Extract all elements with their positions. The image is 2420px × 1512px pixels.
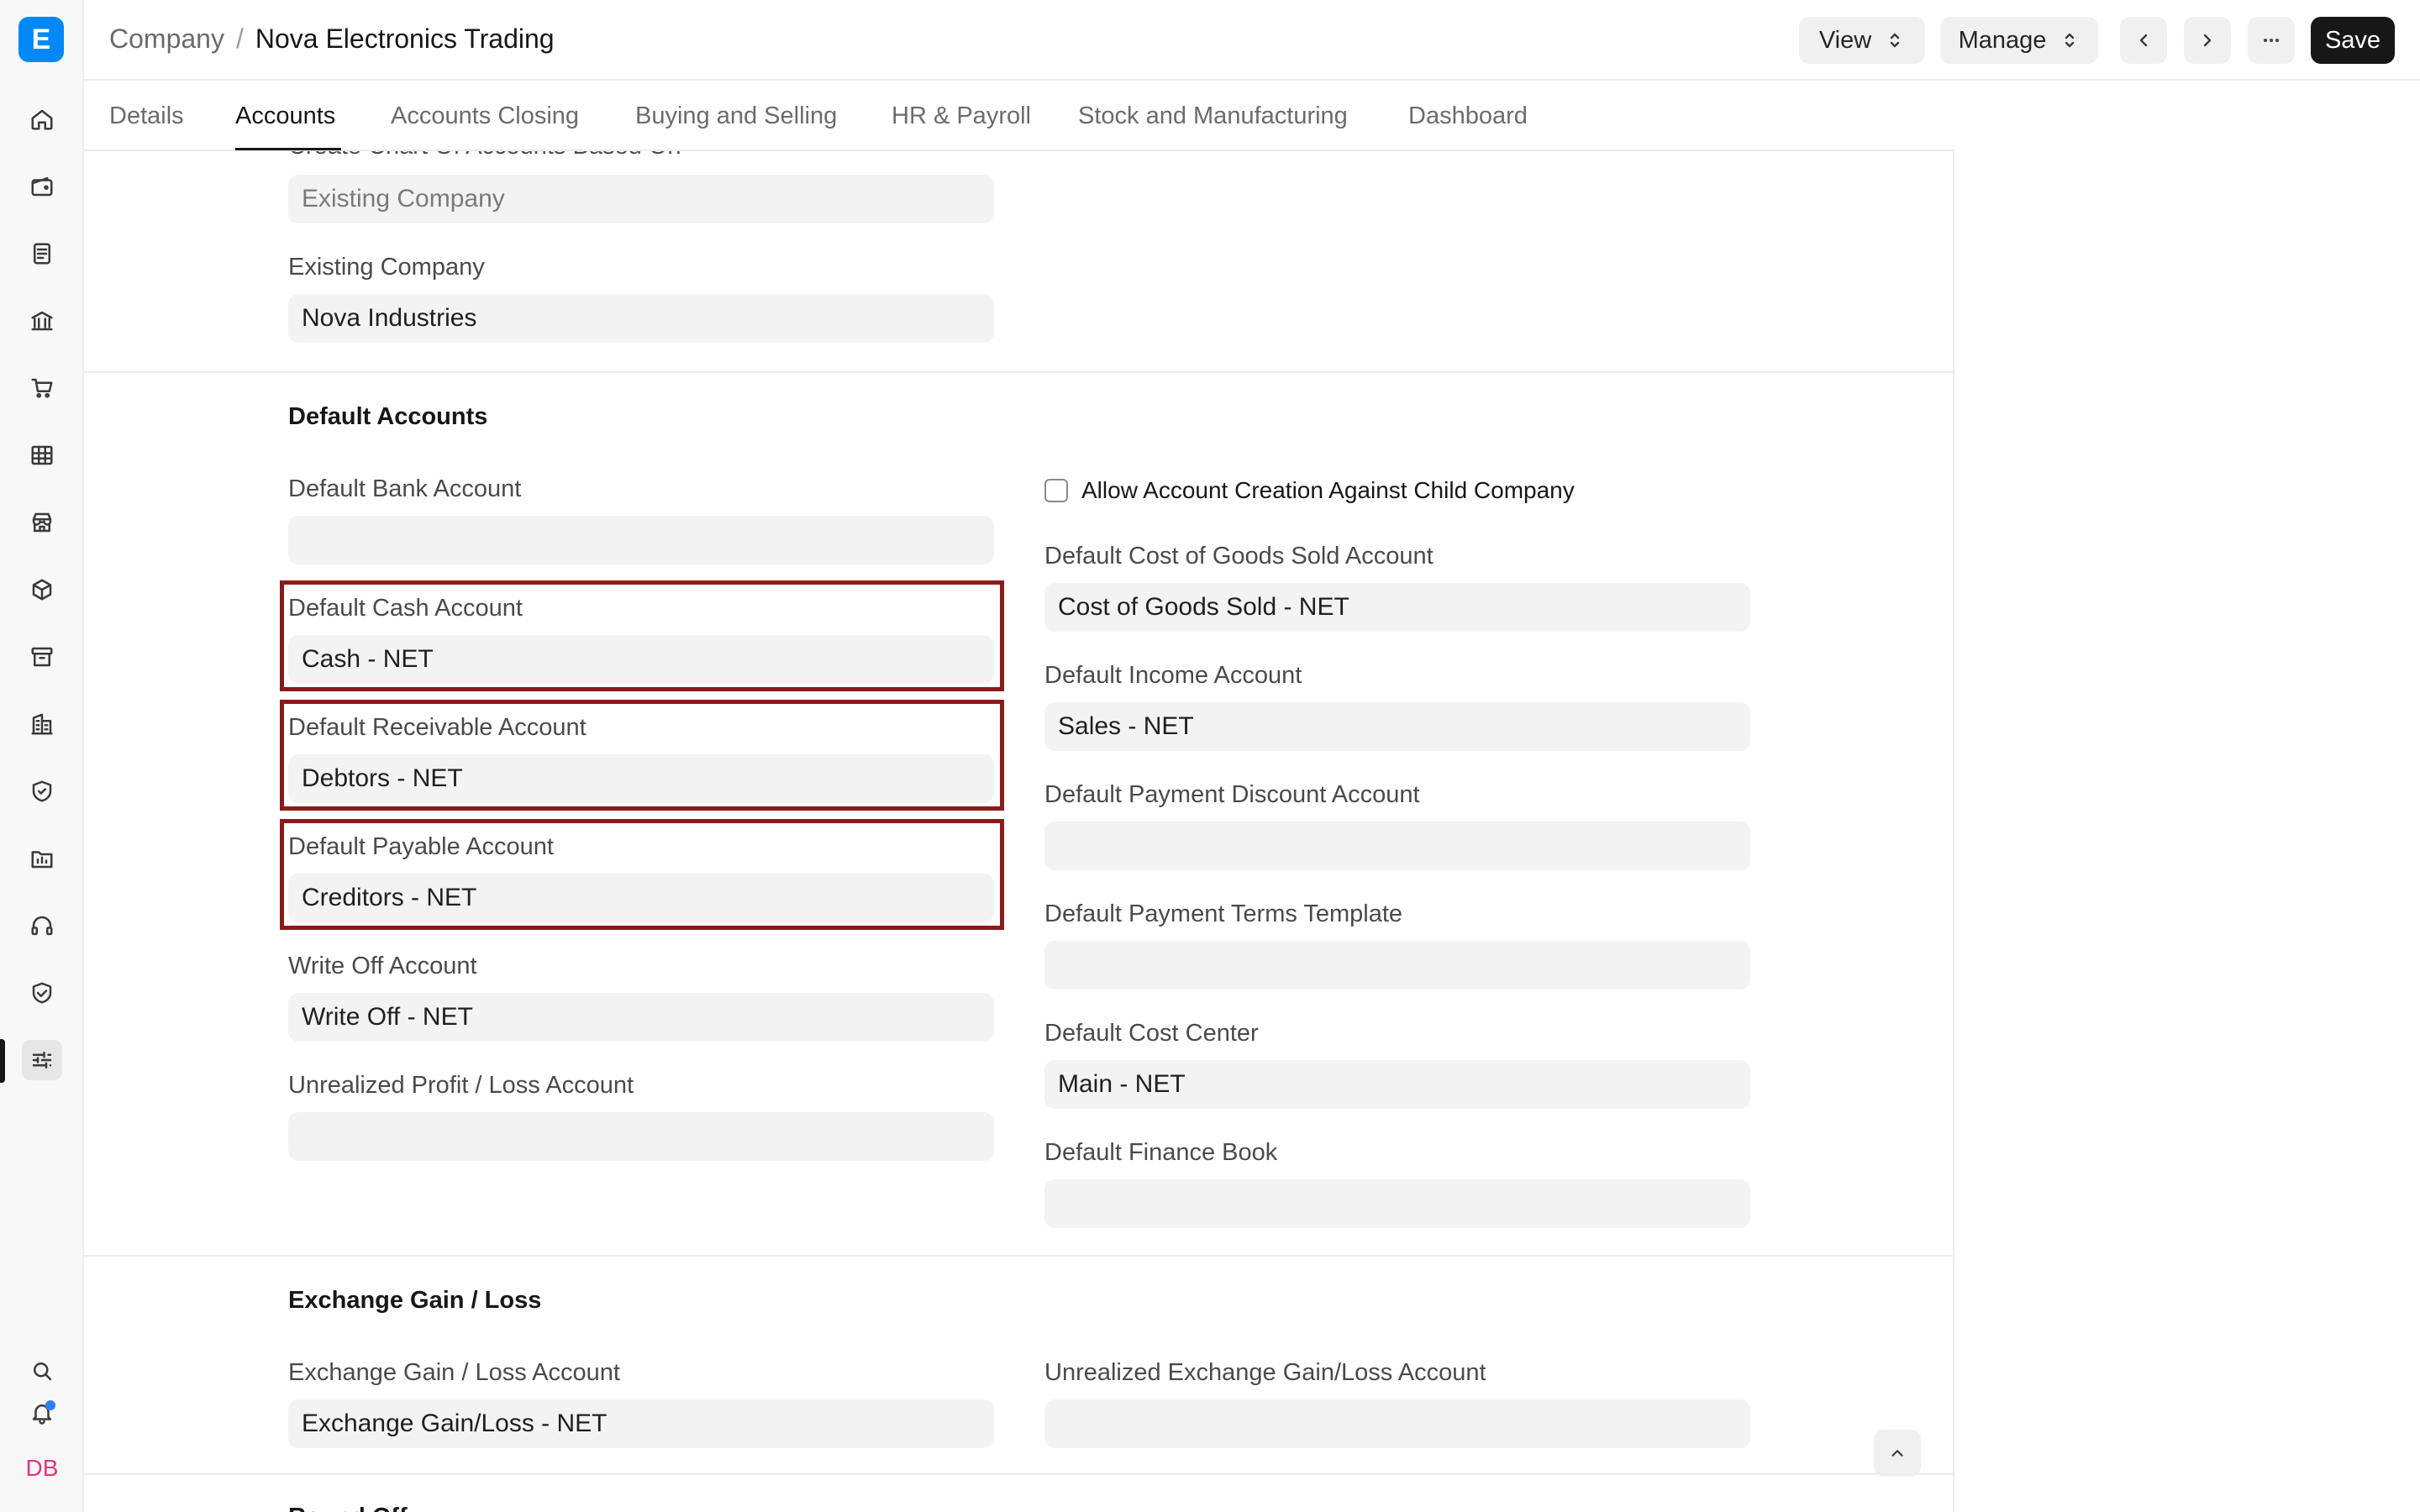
breadcrumb: Company / Nova Electronics Trading xyxy=(109,24,555,55)
tab-buying-and-selling[interactable]: Buying and Selling xyxy=(635,102,837,130)
wallet-icon[interactable] xyxy=(22,166,62,207)
ellipsis-icon xyxy=(2263,38,2280,42)
bell-icon[interactable] xyxy=(22,1393,62,1433)
default-income-account-field[interactable]: Sales - NET xyxy=(1044,702,1750,751)
handshake-shield-icon[interactable] xyxy=(22,973,62,1013)
page-title: Nova Electronics Trading xyxy=(255,24,555,54)
active-tab-underline xyxy=(235,148,341,150)
manage-button-label: Manage xyxy=(1958,26,2047,54)
chevron-right-icon xyxy=(2203,34,2212,47)
tab-accounts[interactable]: Accounts xyxy=(235,102,335,130)
tab-hr-payroll[interactable]: HR & Payroll xyxy=(892,102,1031,130)
exchange-gain-loss-account-label: Exchange Gain / Loss Account xyxy=(288,1359,620,1386)
sidebar: E DB xyxy=(0,0,84,1512)
chart-of-accounts-select[interactable]: Existing Company xyxy=(288,175,994,223)
view-button-label: View xyxy=(1818,26,1872,54)
manage-button[interactable]: Manage xyxy=(1940,17,2098,64)
store-icon[interactable] xyxy=(22,502,62,543)
next-record-button[interactable] xyxy=(2184,17,2231,64)
default-finance-book-label: Default Finance Book xyxy=(1044,1139,1278,1166)
table-grid-icon[interactable] xyxy=(22,435,62,475)
chevron-up-down-icon xyxy=(1890,33,1900,48)
chevron-up-down-icon xyxy=(2065,33,2075,48)
write-off-account-field[interactable]: Write Off - NET xyxy=(288,993,994,1042)
view-button[interactable]: View xyxy=(1799,17,1925,64)
previous-record-button[interactable] xyxy=(2120,17,2167,64)
write-off-account-label: Write Off Account xyxy=(288,953,477,979)
app-logo[interactable]: E xyxy=(18,17,64,62)
headset-icon[interactable] xyxy=(22,906,62,946)
form-content: Create Chart Of Accounts Based On Existi… xyxy=(84,151,1954,1512)
default-cash-account-label: Default Cash Account xyxy=(288,595,523,622)
existing-company-field[interactable]: Nova Industries xyxy=(288,294,994,343)
default-bank-account-field[interactable] xyxy=(288,516,994,564)
scroll-to-top-button[interactable] xyxy=(1874,1430,1921,1477)
allow-account-creation-checkbox[interactable] xyxy=(1044,479,1068,502)
page-header: Company / Nova Electronics Trading View … xyxy=(84,0,2420,81)
document-list-icon[interactable] xyxy=(22,234,62,274)
payment-terms-template-label: Default Payment Terms Template xyxy=(1044,900,1403,927)
archive-icon[interactable] xyxy=(22,637,62,677)
home-icon[interactable] xyxy=(22,99,62,139)
default-cost-center-field[interactable]: Main - NET xyxy=(1044,1060,1750,1109)
chevron-left-icon xyxy=(2139,34,2148,47)
allow-account-creation-row[interactable]: Allow Account Creation Against Child Com… xyxy=(1044,477,1575,504)
round-off-section-title: Round Off xyxy=(288,1504,408,1512)
tab-stock-and-manufacturing[interactable]: Stock and Manufacturing xyxy=(1078,102,1348,130)
existing-company-label: Existing Company xyxy=(288,254,485,281)
settings-sliders-icon[interactable] xyxy=(22,1040,62,1080)
section-divider xyxy=(84,371,1953,373)
tab-accounts-closing[interactable]: Accounts Closing xyxy=(391,102,579,130)
default-finance-book-field[interactable] xyxy=(1044,1179,1750,1228)
exchange-gain-loss-account-field[interactable]: Exchange Gain/Loss - NET xyxy=(288,1399,994,1448)
tab-bar: Details Accounts Accounts Closing Buying… xyxy=(84,81,1954,151)
allow-account-creation-label: Allow Account Creation Against Child Com… xyxy=(1081,477,1575,503)
active-indicator xyxy=(0,1039,5,1083)
breadcrumb-separator: / xyxy=(235,24,244,54)
unrealized-profit-loss-label: Unrealized Profit / Loss Account xyxy=(288,1072,634,1099)
cogs-account-label: Default Cost of Goods Sold Account xyxy=(1044,543,1434,570)
default-accounts-section-title: Default Accounts xyxy=(288,403,488,430)
default-cash-account-field[interactable]: Cash - NET xyxy=(288,635,994,684)
save-button[interactable]: Save xyxy=(2311,17,2395,64)
folder-chart-icon[interactable] xyxy=(22,838,62,879)
payment-discount-account-label: Default Payment Discount Account xyxy=(1044,781,1420,808)
unrealized-profit-loss-field[interactable] xyxy=(288,1112,994,1161)
box-icon[interactable] xyxy=(22,570,62,610)
chevron-up-icon xyxy=(1891,1450,1903,1457)
unrealized-exchange-gain-loss-label: Unrealized Exchange Gain/Loss Account xyxy=(1044,1359,1486,1386)
default-payable-account-label: Default Payable Account xyxy=(288,833,554,860)
shield-icon[interactable] xyxy=(22,771,62,811)
payment-terms-template-field[interactable] xyxy=(1044,941,1750,990)
section-divider xyxy=(84,1255,1953,1257)
tab-details[interactable]: Details xyxy=(109,102,184,130)
default-receivable-account-label: Default Receivable Account xyxy=(288,714,587,741)
cart-icon[interactable] xyxy=(22,368,62,408)
more-options-button[interactable] xyxy=(2248,17,2295,64)
notification-dot xyxy=(45,1400,55,1410)
unrealized-exchange-gain-loss-field[interactable] xyxy=(1044,1399,1750,1448)
default-income-account-label: Default Income Account xyxy=(1044,662,1302,689)
search-icon[interactable] xyxy=(22,1351,62,1391)
buildings-icon[interactable] xyxy=(22,704,62,744)
breadcrumb-parent-link[interactable]: Company xyxy=(109,24,224,55)
default-receivable-account-field[interactable]: Debtors - NET xyxy=(288,754,994,803)
avatar[interactable]: DB xyxy=(22,1448,62,1488)
section-divider xyxy=(84,1473,1953,1475)
payment-discount-account-field[interactable] xyxy=(1044,822,1750,870)
default-cost-center-label: Default Cost Center xyxy=(1044,1020,1259,1047)
cogs-account-field[interactable]: Cost of Goods Sold - NET xyxy=(1044,583,1750,632)
tab-dashboard[interactable]: Dashboard xyxy=(1408,102,1528,130)
default-bank-account-label: Default Bank Account xyxy=(288,475,522,502)
exchange-gain-loss-section-title: Exchange Gain / Loss xyxy=(288,1287,542,1314)
chart-of-accounts-label: Create Chart Of Accounts Based On xyxy=(288,151,681,160)
default-payable-account-field[interactable]: Creditors - NET xyxy=(288,874,994,922)
bank-icon[interactable] xyxy=(22,301,62,341)
